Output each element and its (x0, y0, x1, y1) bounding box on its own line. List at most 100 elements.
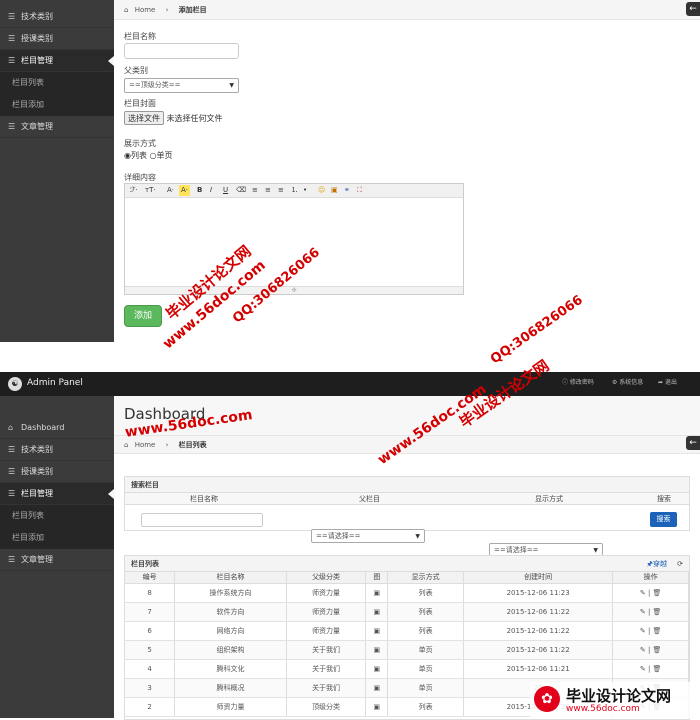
sidebar-subitem-list[interactable]: 栏目列表 (0, 505, 114, 527)
add-button[interactable]: 添加 (124, 305, 162, 327)
file-picker: 选择文件 未选择任何文件 (124, 111, 223, 125)
choose-file-button[interactable]: 选择文件 (124, 111, 164, 125)
italic-button[interactable]: I (208, 185, 214, 196)
top-navbar: ☯ Admin Panel ⓘ 修改密码 ⚙ 系统信息 ➦ 退出 (0, 372, 700, 396)
table-row: 5 组织架构 关于我们 ▣ 单页 2015-12-06 11:22 ✎ | 🗑 (125, 640, 689, 660)
sidebar-subitem-list[interactable]: 栏目列表 (0, 72, 114, 94)
sidebar-item-dashboard[interactable]: ⌂ Dashboard (0, 417, 114, 439)
breadcrumb-home[interactable]: Home (135, 441, 156, 449)
name-input[interactable] (124, 43, 239, 59)
fullscreen-button[interactable]: ⛶ (355, 185, 364, 196)
table-header-row: 编号 栏目名称 父级分类 图 显示方式 创建时间 操作 (125, 572, 689, 584)
breadcrumb-current: 栏目列表 (178, 441, 207, 449)
unordered-list-button[interactable]: • (301, 185, 309, 196)
sidebar-b: ⌂ Dashboard ☰ 技术类别 ☰ 授课类别 ☰ 栏目管理 栏目列表 栏目添加 ☰… (0, 396, 114, 718)
sidebar-item-tech[interactable]: ☰ 技术类别 (0, 6, 114, 28)
image-icon: ▣ (365, 697, 389, 717)
display-options: ◉列表 ○单页 (124, 151, 173, 160)
table-row: 6 网络方向 师资力量 ▣ 列表 2015-12-06 11:22 ✎ | 🗑 (125, 621, 689, 641)
radio-list[interactable]: ◉ (124, 151, 131, 160)
parent-select[interactable]: ==顶级分类== ▼ (124, 78, 239, 93)
row-actions[interactable]: ✎ | 🗑 (612, 602, 689, 622)
font-color-button[interactable]: A· (165, 185, 176, 196)
gap (0, 342, 700, 372)
sidebar-item-tech[interactable]: ☰ 技术类别 (0, 439, 114, 461)
image-icon: ▣ (365, 602, 389, 622)
editor-toolbar: ℱ· ᴛT· A· A· B I U ⌫ ≡ ≡ ≡ ⒈ • ☺ ▣ ⚭ ⛶ (125, 184, 463, 198)
list-icon: ☰ (8, 489, 16, 498)
change-password-link[interactable]: ⓘ 修改密码 (562, 377, 594, 386)
logo-mark-icon: ✿ (534, 686, 560, 712)
row-actions[interactable]: ✎ | 🗑 (612, 659, 689, 679)
back-button[interactable]: ← (686, 2, 700, 16)
align-left-button[interactable]: ≡ (250, 185, 260, 196)
parent-label: 父类别 (124, 66, 148, 75)
logout-link[interactable]: ➦ 退出 (658, 377, 677, 386)
system-info-link[interactable]: ⚙ 系统信息 (612, 377, 643, 386)
row-actions[interactable]: ✎ | 🗑 (612, 640, 689, 660)
clear-format-button[interactable]: ⌫ (234, 185, 248, 196)
sidebar: ☰ 技术类别 ☰ 授课类别 ☰ 栏目管理 栏目列表 栏目添加 ☰ 文章管理 (0, 0, 114, 342)
name-label: 栏目名称 (124, 32, 156, 41)
file-status: 未选择任何文件 (166, 114, 223, 123)
image-icon: ▣ (365, 640, 389, 660)
table-row: 8 操作系统方向 师资力量 ▣ 列表 2015-12-06 11:23 ✎ | 🗑 (125, 583, 689, 603)
breadcrumb-current: 添加栏目 (178, 6, 207, 14)
sidebar-item-article[interactable]: ☰ 文章管理 (0, 549, 114, 571)
brand[interactable]: Admin Panel (27, 378, 83, 388)
list-box-title: 栏目列表 🖈穿越 ⟳ (125, 556, 689, 572)
sidebar-item-article[interactable]: ☰ 文章管理 (0, 116, 114, 138)
sidebar-item-course[interactable]: ☰ 授课类别 (0, 28, 114, 50)
font-size-button[interactable]: ᴛT· (143, 185, 158, 196)
font-family-button[interactable]: ℱ· (128, 185, 140, 196)
list-icon: ☰ (8, 122, 16, 131)
sidebar-item-course[interactable]: ☰ 授课类别 (0, 461, 114, 483)
chevron-down-icon: ▼ (415, 533, 420, 540)
image-icon: ▣ (365, 583, 389, 603)
row-actions[interactable]: ✎ | 🗑 (612, 621, 689, 641)
underline-button[interactable]: U (221, 185, 230, 196)
row-actions[interactable]: ✎ | 🗑 (612, 583, 689, 603)
search-name-input[interactable] (141, 513, 263, 527)
list-icon: ☰ (8, 34, 16, 43)
back-button[interactable]: ← (686, 436, 700, 450)
list-icon: ☰ (8, 56, 16, 65)
image-icon: ▣ (365, 659, 389, 679)
home-icon: ⌂ (124, 6, 129, 14)
logo-icon: ☯ (8, 377, 22, 391)
cover-label: 栏目封面 (124, 99, 156, 108)
content-label: 详细内容 (124, 173, 156, 182)
sidebar-item-column[interactable]: ☰ 栏目管理 (0, 483, 114, 505)
image-button[interactable]: ▣ (329, 185, 340, 196)
search-parent-select[interactable]: ==请选择== ▼ (311, 529, 425, 543)
sidebar-subitem-add[interactable]: 栏目添加 (0, 527, 114, 549)
radio-single[interactable]: ○ (150, 151, 157, 160)
table-row: 7 软件方向 师资力量 ▣ 列表 2015-12-06 11:22 ✎ | 🗑 (125, 602, 689, 622)
list-icon: ☰ (8, 467, 16, 476)
search-box: 搜索栏目 栏目名称 父栏目 显示方式 搜索 ==请选择== ▼ ==请选择== ▼ … (124, 476, 690, 557)
bold-button[interactable]: B (195, 185, 204, 196)
search-box-title: 搜索栏目 (125, 477, 689, 493)
highlight-button[interactable]: A· (179, 185, 191, 196)
search-button[interactable]: 搜索 (650, 512, 677, 527)
sidebar-item-column[interactable]: ☰ 栏目管理 (0, 50, 114, 72)
add-link[interactable]: 🖈穿越 (647, 556, 667, 572)
align-right-button[interactable]: ≡ (276, 185, 286, 196)
emoticon-button[interactable]: ☺ (316, 185, 327, 196)
logo-text: 毕业设计论文网 (566, 687, 672, 705)
sidebar-subitem-add[interactable]: 栏目添加 (0, 94, 114, 116)
align-center-button[interactable]: ≡ (263, 185, 273, 196)
breadcrumb-home[interactable]: Home (135, 6, 156, 14)
search-headers: 栏目名称 父栏目 显示方式 搜索 (125, 493, 689, 505)
table-row: 4 腾科文化 关于我们 ▣ 单页 2015-12-06 11:21 ✎ | 🗑 (125, 659, 689, 679)
active-arrow (108, 56, 114, 66)
list-panel: ☯ Admin Panel ⓘ 修改密码 ⚙ 系统信息 ➦ 退出 ⌂ Dashbo… (0, 372, 700, 720)
breadcrumb: ⌂ Home › 添加栏目 (114, 0, 700, 20)
link-button[interactable]: ⚭ (342, 185, 352, 196)
list-icon: ☰ (8, 555, 16, 564)
editor-resize-bar[interactable]: ✣ (125, 286, 463, 294)
add-column-panel: ☰ 技术类别 ☰ 授课类别 ☰ 栏目管理 栏目列表 栏目添加 ☰ 文章管理 ⌂ Home… (0, 0, 700, 342)
chevron-down-icon: ▼ (229, 82, 234, 89)
refresh-icon[interactable]: ⟳ (677, 556, 683, 572)
ordered-list-button[interactable]: ⒈ (289, 185, 300, 196)
